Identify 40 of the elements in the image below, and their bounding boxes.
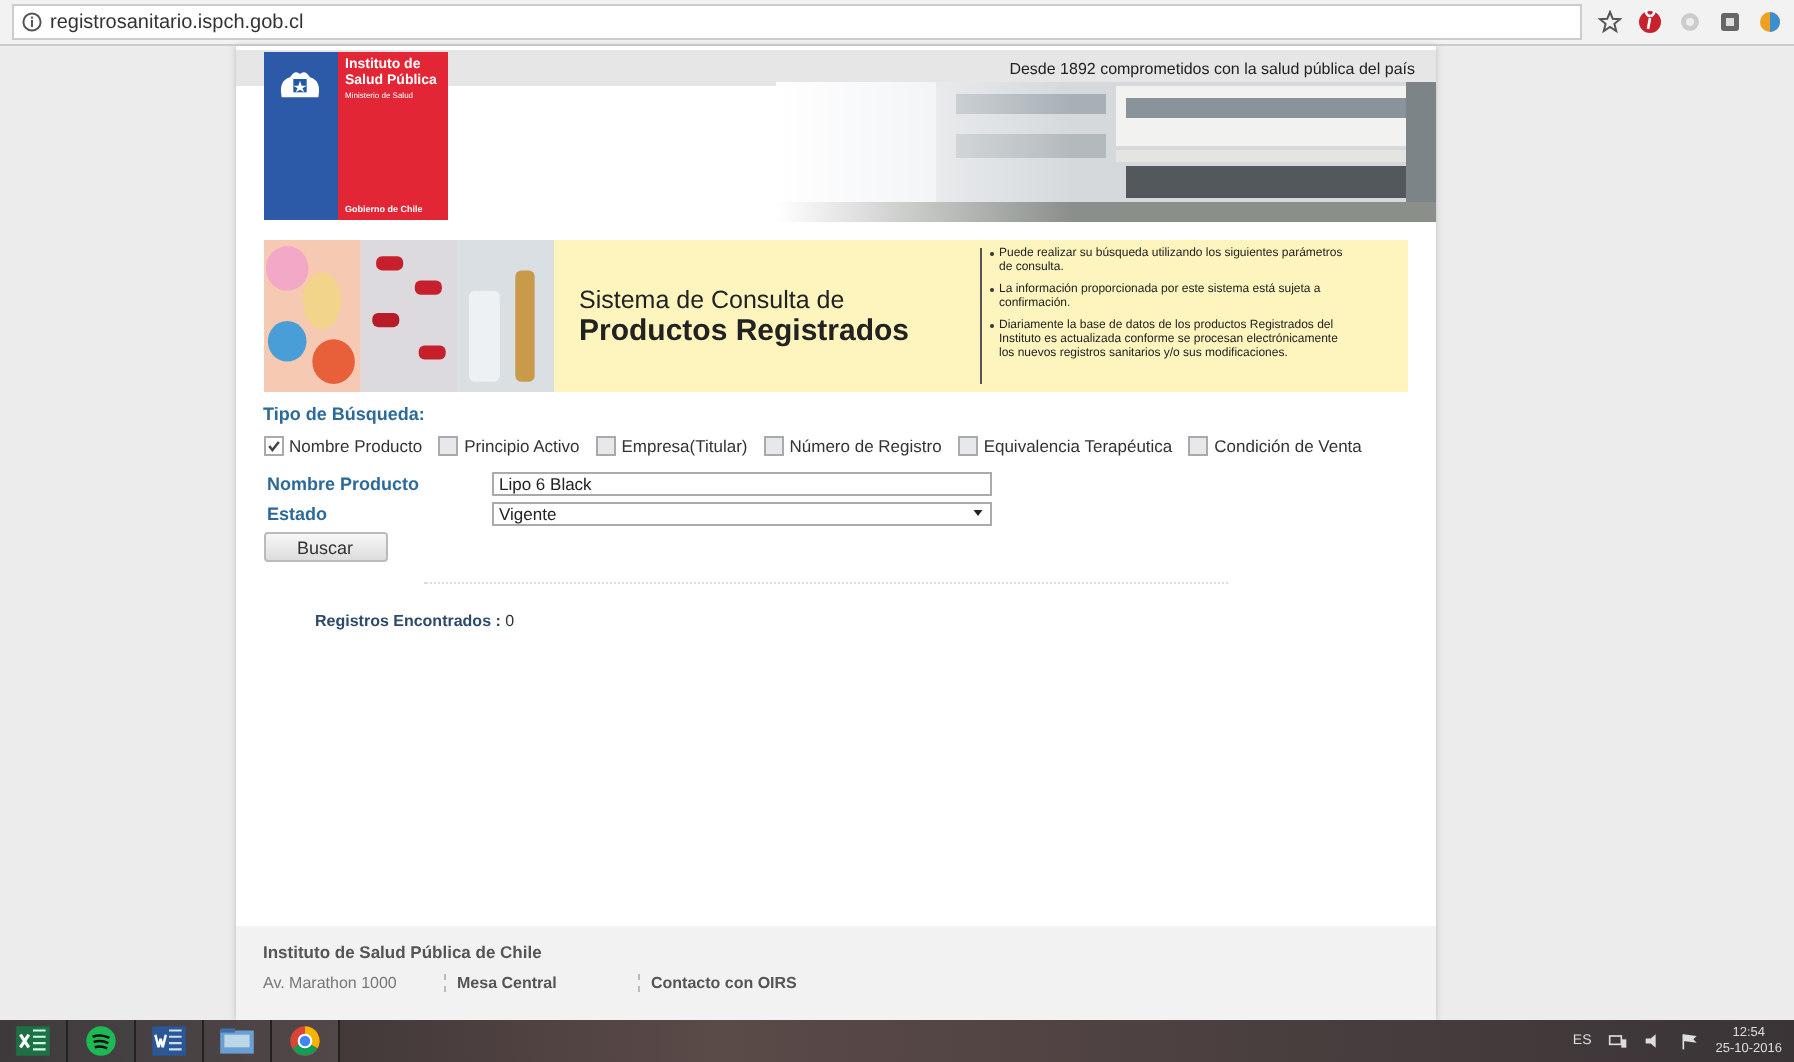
info-icon <box>22 12 42 32</box>
status-dropdown[interactable]: Vigente <box>491 501 991 525</box>
checkbox[interactable] <box>438 436 459 456</box>
browser-icon[interactable] <box>272 1020 340 1062</box>
folder-icon[interactable] <box>204 1020 272 1062</box>
music-icon[interactable] <box>68 1020 136 1062</box>
footer-title: Instituto de Salud Pública de Chile <box>263 942 544 962</box>
product-name-field[interactable]: Lipo 6 Black <box>491 471 991 495</box>
network-icon[interactable] <box>1607 1032 1628 1050</box>
banner-subtitle: Sistema de Consulta de <box>579 285 847 313</box>
field-label: Estado <box>265 503 330 523</box>
footer-text: Mesa Central <box>443 974 637 992</box>
search-type-option[interactable]: Número de Registro <box>763 436 942 456</box>
checkbox[interactable] <box>595 436 616 456</box>
checkbox[interactable] <box>957 436 978 456</box>
checkbox[interactable] <box>1188 436 1209 456</box>
footer-text: Contacto con OIRS <box>637 974 831 992</box>
search-type-heading: Tipo de Búsqueda: <box>263 404 427 424</box>
url-text: registrosanitario.ispch.gob.cl <box>50 11 304 33</box>
caret-icon[interactable] <box>971 508 983 518</box>
field-label: Nombre Producto <box>265 473 422 493</box>
checkbox[interactable] <box>763 436 784 456</box>
address-field[interactable]: registrosanitario.ispch.gob.cl <box>12 4 1582 40</box>
search-button[interactable]: Buscar <box>263 532 387 562</box>
search-type-option[interactable]: Empresa(Titular) <box>595 436 748 456</box>
search-type-option[interactable]: Condición de Venta <box>1188 436 1362 456</box>
checkbox[interactable] <box>263 436 283 456</box>
search-type-option[interactable]: Equivalencia Terapéutica <box>957 436 1173 456</box>
extension-icon[interactable] <box>1758 10 1782 34</box>
document-icon[interactable] <box>136 1020 204 1062</box>
footer-text: Av. Marathon 1000 <box>263 974 399 992</box>
square-icon[interactable] <box>1718 10 1742 34</box>
results-count: Registros Encontrados : 0 <box>315 612 517 630</box>
banner-title: Productos Registrados <box>579 313 912 347</box>
tagline: Desde 1892 comprometidos con la salud pública del país <box>1009 59 1415 77</box>
search-type-option[interactable]: Principio Activo <box>438 436 580 456</box>
spreadsheet-icon[interactable] <box>0 1020 68 1062</box>
flag-icon[interactable] <box>1679 1032 1700 1050</box>
search-type-option[interactable]: Nombre Producto <box>263 436 423 456</box>
star-icon[interactable] <box>1598 10 1622 34</box>
